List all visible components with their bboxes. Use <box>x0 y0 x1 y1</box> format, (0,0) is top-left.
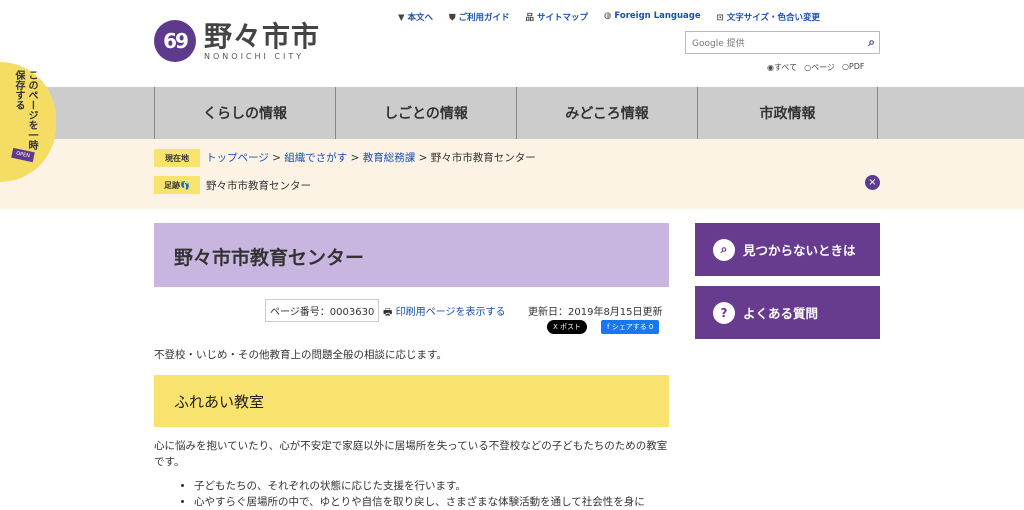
close-history-icon[interactable]: × <box>865 175 880 190</box>
settings-icon: ⊡ <box>716 13 724 23</box>
sitemap-link[interactable]: 品サイトマップ <box>525 11 588 23</box>
global-nav: くらしの情報 しごとの情報 みどころ情報 市政情報 <box>0 87 1024 139</box>
nav-sightseeing[interactable]: みどころ情報 <box>516 87 697 139</box>
utility-links: ▼ 本文へ ⛊ ご利用ガイド 品サイトマップ ◍ Foreign Language ⊡… <box>398 11 882 23</box>
skip-to-content-link[interactable]: ▼ 本文へ <box>398 11 433 23</box>
text-size-color-link[interactable]: ⊡ 文字サイズ・色合い変更 <box>717 11 820 23</box>
breadcrumb-organization[interactable]: 組織でさがす <box>284 152 347 164</box>
footprints-icon: 👣 <box>180 180 190 190</box>
breadcrumb-top[interactable]: トップページ <box>206 152 269 164</box>
list-item: 子どもたちの、それぞれの状態に応じた支援を行います。 <box>194 478 664 494</box>
x-post-button[interactable]: X ポスト <box>547 320 588 334</box>
nav-work[interactable]: しごとの情報 <box>335 87 516 139</box>
shield-icon: ⛊ <box>449 13 456 23</box>
section-heading: ふれあい教室 <box>154 375 669 427</box>
print-link[interactable]: 🖶 印刷用ページを表示する <box>383 303 505 322</box>
not-found-button[interactable]: ⌕ 見つからないときは <box>695 223 880 276</box>
radio-all[interactable]: ◉すべて <box>767 62 797 73</box>
breadcrumb: トップページ > 組織でさがす > 教育総務課 > 野々市市教育センター <box>206 152 536 164</box>
search-face-icon: ⌕ <box>713 238 735 261</box>
page-title-banner: 野々市市教育センター <box>154 223 669 287</box>
save-page-label[interactable]: このページを一時保存する <box>12 70 38 150</box>
history-item[interactable]: 野々市市教育センター <box>206 178 311 193</box>
logo-icon: 69 <box>154 20 196 62</box>
breadcrumb-area: 現在地 トップページ > 組織でさがす > 教育総務課 > 野々市市教育センター… <box>0 139 1024 209</box>
search-icon[interactable]: ⌕ <box>868 35 875 50</box>
radio-pdf[interactable]: ○PDF <box>842 62 865 73</box>
header: 69 野々市市 NONOICHI CITY ▼ 本文へ ⛊ ご利用ガイド 品サイトマ… <box>0 0 1024 87</box>
search-scope: ◉すべて ○ページ ○PDF <box>767 62 865 73</box>
updated-date: 更新日：2019年8月15日更新 <box>528 307 663 318</box>
foreign-language-link[interactable]: ◍ Foreign Language <box>604 11 701 23</box>
radio-page[interactable]: ○ページ <box>804 62 835 73</box>
down-arrow-icon: ▼ <box>398 13 405 23</box>
nav-living[interactable]: くらしの情報 <box>154 87 335 139</box>
nav-city-admin[interactable]: 市政情報 <box>697 87 878 139</box>
list-item: 心やすらぐ居場所の中で、ゆとりや自信を取り戻し、さまざまな体験活動を通して社会性… <box>194 494 664 510</box>
faq-icon: ? <box>713 301 735 324</box>
logo-name: 野々市市 <box>204 19 321 53</box>
breadcrumb-current: 野々市市教育センター <box>430 152 536 164</box>
breadcrumb-division[interactable]: 教育総務課 <box>363 152 416 164</box>
current-location-tag: 現在地 <box>154 149 200 167</box>
lead-text: 不登校・いじめ・その他教育上の問題全般の相談に応じます。 <box>154 349 447 361</box>
printer-icon: 🖶 <box>383 307 393 318</box>
facebook-share-button[interactable]: f シェアする 0 <box>601 320 660 334</box>
page-title: 野々市市教育センター <box>174 247 365 269</box>
history-tag: 足跡 👣 <box>154 176 200 194</box>
globe-icon: ◍ <box>604 11 612 21</box>
faq-button[interactable]: ? よくある質問 <box>695 286 880 339</box>
page-number: ページ番号：0003630 <box>265 299 380 322</box>
guide-link[interactable]: ⛊ ご利用ガイド <box>449 11 509 23</box>
site-logo[interactable]: 69 野々市市 NONOICHI CITY <box>154 20 320 62</box>
search-input[interactable]: Google 提供 ⌕ <box>685 31 880 54</box>
section-body: 心に悩みを抱いていたり、心が不安定で家庭以外に居場所を失っている不登校などの子ど… <box>154 440 668 468</box>
support-list: 子どもたちの、それぞれの状態に応じた支援を行います。 心やすらぐ居場所の中で、ゆ… <box>194 478 664 510</box>
sitemap-icon: 品 <box>525 13 534 23</box>
logo-english: NONOICHI CITY <box>204 51 305 61</box>
